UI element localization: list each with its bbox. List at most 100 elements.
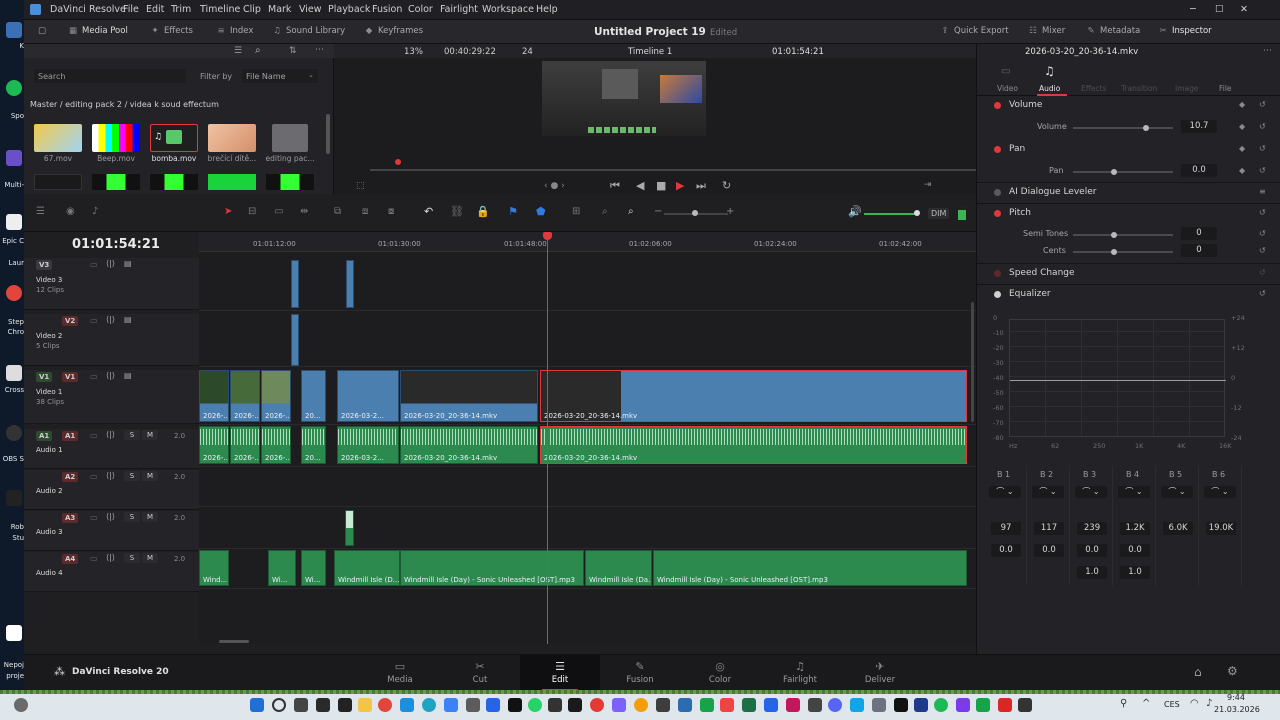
playhead-handle[interactable] bbox=[543, 232, 552, 240]
cut-page-icon[interactable]: ✂ bbox=[455, 660, 505, 673]
band-gain[interactable]: 0.0 bbox=[991, 544, 1021, 557]
app-icon[interactable] bbox=[568, 698, 582, 712]
media-thumb-row2[interactable] bbox=[92, 174, 140, 190]
reset-icon[interactable]: ↺ bbox=[1259, 122, 1266, 131]
audio-clip[interactable]: Wi... bbox=[301, 550, 326, 586]
deliver-page-icon[interactable]: ✈ bbox=[855, 660, 905, 673]
lock-icon[interactable]: ▭ bbox=[90, 513, 98, 522]
menu-file[interactable]: File bbox=[123, 4, 139, 15]
overwrite-icon[interactable]: ⧈ bbox=[362, 206, 368, 217]
audio-clip[interactable]: 2026-... bbox=[199, 426, 229, 464]
multi-icon[interactable] bbox=[6, 150, 22, 166]
app-icon[interactable] bbox=[678, 698, 692, 712]
track-visibility-icon[interactable]: ▤ bbox=[124, 315, 132, 324]
blade-tool-icon[interactable]: ▭ bbox=[274, 206, 283, 217]
video-clip[interactable]: 2026-... bbox=[230, 370, 260, 422]
file-icon[interactable] bbox=[6, 625, 22, 641]
auto-select-icon[interactable]: ⟨|⟩ bbox=[106, 471, 115, 480]
sort-icon[interactable]: ⇅ bbox=[289, 46, 297, 56]
excel-icon[interactable] bbox=[742, 698, 756, 712]
edit-page-icon[interactable]: ☰ bbox=[535, 660, 585, 673]
mixer-button[interactable]: ☷ Mixer bbox=[1028, 26, 1065, 36]
menu-color[interactable]: Color bbox=[408, 4, 433, 15]
enable-toggle-icon[interactable] bbox=[994, 189, 1001, 196]
app-icon[interactable] bbox=[590, 698, 604, 712]
flag-icon[interactable]: ⚑ bbox=[508, 205, 518, 218]
enable-toggle-icon[interactable] bbox=[994, 146, 1001, 153]
snap-toggle-icon[interactable]: ↶ bbox=[424, 205, 433, 218]
keyframe-icon[interactable]: ◆ bbox=[1239, 100, 1245, 109]
page-fairlight[interactable]: Fairlight bbox=[775, 675, 825, 685]
semi-tones-slider[interactable] bbox=[1073, 234, 1173, 236]
folder-icon[interactable] bbox=[272, 124, 308, 152]
app-icon[interactable] bbox=[466, 698, 480, 712]
minimize-icon[interactable]: ─ bbox=[1190, 4, 1196, 15]
menu-playback[interactable]: Playback bbox=[328, 4, 370, 15]
more-options-icon[interactable]: ⋯ bbox=[315, 45, 324, 55]
page-edit[interactable]: Edit bbox=[535, 675, 585, 685]
audio-clip[interactable]: 20... bbox=[301, 426, 326, 464]
reset-icon[interactable]: ↺ bbox=[1259, 144, 1266, 153]
effects-button[interactable]: ✦ Effects bbox=[150, 26, 192, 36]
menu-lines-icon[interactable]: ≡ bbox=[1259, 187, 1266, 196]
playhead[interactable] bbox=[547, 232, 548, 644]
band-gain[interactable]: 0.0 bbox=[1077, 544, 1107, 557]
media-pool-button[interactable]: ▦ Media Pool bbox=[68, 26, 128, 36]
settings-gear-icon[interactable]: ⚙ bbox=[1227, 664, 1238, 678]
tab-file[interactable]: File bbox=[1219, 84, 1232, 93]
viewer-scrub-bar[interactable] bbox=[370, 169, 986, 171]
app-icon[interactable] bbox=[976, 698, 990, 712]
app-icon[interactable] bbox=[914, 698, 928, 712]
menu-workspace[interactable]: Workspace bbox=[482, 4, 534, 15]
home-icon[interactable]: ⌂ bbox=[1194, 665, 1202, 679]
enable-toggle-icon[interactable] bbox=[994, 210, 1001, 217]
location-icon[interactable]: ⚲ bbox=[1120, 698, 1127, 709]
speaker-icon[interactable]: 🔊 bbox=[848, 205, 862, 218]
app-icon[interactable] bbox=[400, 698, 414, 712]
sound-library-button[interactable]: ♫ Sound Library bbox=[272, 26, 345, 36]
media-thumb-row2[interactable] bbox=[34, 174, 82, 190]
breadcrumb[interactable]: Master / editing pack 2 / videa k soud e… bbox=[30, 100, 219, 109]
chrome-icon[interactable] bbox=[6, 285, 22, 301]
band-gain[interactable]: 0.0 bbox=[1120, 544, 1150, 557]
auto-select-icon[interactable]: ⟨|⟩ bbox=[106, 315, 115, 324]
reset-icon[interactable]: ↺ bbox=[1259, 208, 1266, 217]
video-clip[interactable] bbox=[291, 314, 299, 366]
semi-tones-knob[interactable] bbox=[1111, 232, 1117, 238]
timeline-scrollbar[interactable] bbox=[219, 640, 249, 643]
media-thumb[interactable] bbox=[92, 124, 140, 152]
app-icon[interactable] bbox=[956, 698, 970, 712]
band-frequency[interactable]: 239 bbox=[1077, 522, 1107, 535]
media-pool-scrollbar[interactable] bbox=[326, 114, 330, 154]
panel-toggle-icon[interactable]: ▢ bbox=[38, 26, 46, 36]
page-deliver[interactable]: Deliver bbox=[855, 675, 905, 685]
fusion-page-icon[interactable]: ✎ bbox=[615, 660, 665, 673]
zoom-custom-icon[interactable]: ⌕ bbox=[628, 206, 634, 217]
crop-icon[interactable]: ⬚ bbox=[356, 181, 365, 191]
audio-clip[interactable]: Windmill Isle (D... bbox=[334, 550, 400, 586]
app-icon[interactable] bbox=[444, 698, 458, 712]
tab-image[interactable]: Image bbox=[1175, 84, 1199, 93]
reset-icon[interactable]: ↺ bbox=[1259, 229, 1266, 238]
auto-select-icon[interactable]: ⟨|⟩ bbox=[106, 371, 115, 380]
nav-arrows-icon[interactable]: ‹ ● › bbox=[544, 181, 565, 191]
timeline-view-icon[interactable]: ☰ bbox=[36, 206, 45, 217]
keyframe-icon[interactable]: ◆ bbox=[1239, 122, 1245, 131]
band-frequency[interactable]: 1.2K bbox=[1120, 522, 1150, 535]
timeline-name[interactable]: Timeline 1 bbox=[628, 47, 672, 57]
app-icon[interactable] bbox=[338, 698, 352, 712]
video-clip[interactable]: 2026-03-2... bbox=[337, 370, 399, 422]
track-tag[interactable]: V2 bbox=[62, 316, 79, 326]
filter-dropdown[interactable]: File Name ⌄ bbox=[242, 69, 318, 83]
reset-icon[interactable]: ↺ bbox=[1259, 246, 1266, 255]
tab-video[interactable]: Video bbox=[997, 84, 1018, 93]
video-clip[interactable] bbox=[291, 260, 299, 308]
zoom-slider-knob[interactable] bbox=[692, 210, 698, 216]
mute-button[interactable]: M bbox=[142, 471, 158, 481]
reset-icon[interactable]: ↺ bbox=[1259, 100, 1266, 109]
lock-icon[interactable]: ▭ bbox=[90, 472, 98, 481]
track-tag[interactable]: V1 bbox=[62, 372, 79, 382]
cents-slider[interactable] bbox=[1073, 251, 1173, 253]
quick-export-button[interactable]: ⇪ Quick Export bbox=[940, 26, 1008, 36]
menu-mark[interactable]: Mark bbox=[268, 4, 291, 15]
